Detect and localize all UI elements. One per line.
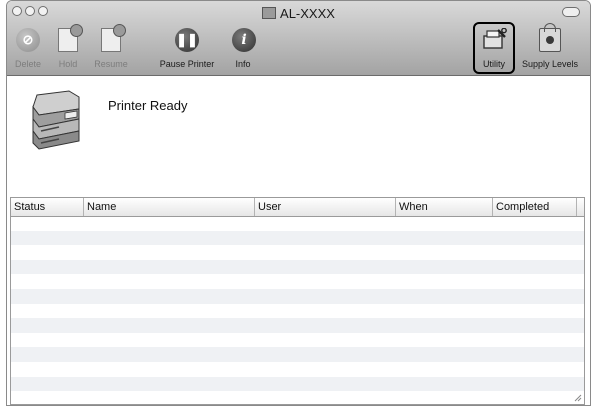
column-header-name[interactable]: Name: [84, 198, 255, 216]
resume-button[interactable]: Resume: [91, 24, 131, 69]
table-row: [11, 318, 584, 333]
printer-status-text: Printer Ready: [108, 98, 188, 113]
info-icon: i: [232, 28, 256, 52]
supply-levels-label: Supply Levels: [521, 59, 579, 69]
table-row: [11, 245, 584, 260]
resume-icon: [101, 24, 126, 52]
utility-highlight-frame: [473, 22, 515, 74]
table-row: [11, 376, 584, 392]
pause-printer-button[interactable]: ❚❚ Pause Printer: [151, 26, 223, 69]
toolbar-toggle-button[interactable]: [562, 7, 580, 17]
resize-grip-icon[interactable]: [573, 393, 582, 402]
table-row: [11, 391, 584, 404]
window-title-text: AL-XXXX: [280, 6, 335, 21]
table-row: [11, 362, 584, 377]
column-header-status[interactable]: Status: [11, 198, 84, 216]
hold-button[interactable]: Hold: [51, 24, 85, 69]
table-row: [11, 274, 584, 289]
column-header-completed[interactable]: Completed: [493, 198, 577, 216]
printer-queue-window: AL-XXXX ⊘ Delete Hold Resume ❚❚ Pause Pr…: [6, 0, 591, 406]
resume-label: Resume: [94, 59, 128, 69]
delete-label: Delete: [14, 59, 41, 69]
info-button[interactable]: i Info: [227, 26, 259, 69]
printer-icon: [32, 90, 80, 150]
apple-logo-icon: [546, 36, 554, 44]
table-row: [11, 347, 584, 362]
pause-icon: ❚❚: [175, 28, 199, 52]
table-row: [11, 333, 584, 348]
print-jobs-table[interactable]: Status Name User When Completed: [10, 197, 585, 405]
hold-label: Hold: [58, 59, 78, 69]
table-header: Status Name User When Completed: [11, 198, 584, 217]
table-row: [11, 288, 584, 304]
supply-levels-button[interactable]: Supply Levels: [515, 23, 585, 69]
info-label: Info: [235, 59, 251, 69]
table-row: [11, 230, 584, 246]
column-header-when[interactable]: When: [396, 198, 493, 216]
printer-proxy-icon: [262, 7, 277, 19]
delete-icon: ⊘: [16, 28, 40, 52]
column-header-user[interactable]: User: [255, 198, 396, 216]
window-title: AL-XXXX: [7, 6, 590, 21]
table-rows: [11, 216, 584, 404]
table-row: [11, 259, 584, 275]
hold-icon: [58, 24, 83, 52]
delete-button[interactable]: ⊘ Delete: [9, 26, 47, 69]
table-row: [11, 216, 584, 231]
supply-bag-icon: [539, 23, 561, 52]
pause-printer-label: Pause Printer: [159, 59, 215, 69]
table-row: [11, 304, 584, 319]
